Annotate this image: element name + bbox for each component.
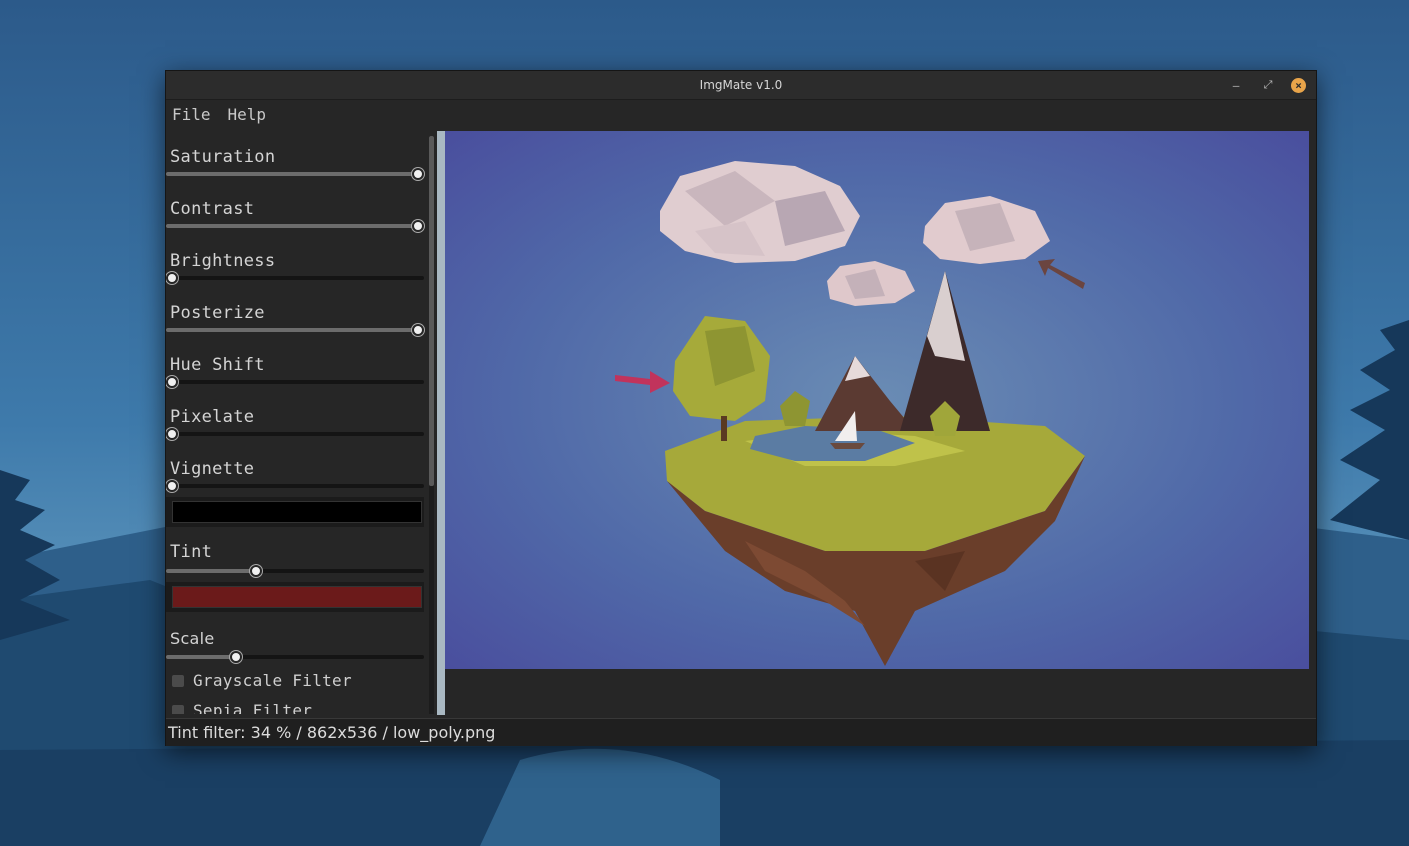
pixelate-slider-block: Pixelate <box>166 391 428 443</box>
close-icon[interactable]: × <box>1291 77 1306 93</box>
saturation-slider[interactable] <box>166 168 424 180</box>
menu-file[interactable]: File <box>172 105 211 124</box>
hue-shift-label: Hue Shift <box>170 355 265 375</box>
saturation-slider-block: Saturation <box>166 131 428 183</box>
slider-knob[interactable] <box>166 428 178 440</box>
slider-fill <box>166 224 418 228</box>
sepia-filter-row[interactable]: Sepia Filter <box>172 701 312 714</box>
contrast-slider[interactable] <box>166 220 424 232</box>
brightness-label: Brightness <box>170 251 276 271</box>
slider-fill <box>166 172 418 176</box>
grayscale-filter-label: Grayscale Filter <box>193 671 352 690</box>
menu-help[interactable]: Help <box>228 105 267 124</box>
canvas-edge <box>437 131 445 715</box>
posterize-slider-block: Posterize <box>166 287 428 339</box>
image-canvas[interactable] <box>437 131 1309 715</box>
grayscale-filter-row[interactable]: Grayscale Filter <box>172 671 352 690</box>
window-controls: – ⤢ × <box>1227 71 1306 99</box>
vignette-slider[interactable] <box>166 480 424 492</box>
vignette-color-well <box>166 497 424 527</box>
low-poly-island-image <box>445 131 1309 669</box>
vignette-slider-block: Vignette <box>166 443 428 495</box>
image-preview <box>445 131 1309 669</box>
posterize-slider[interactable] <box>166 324 424 336</box>
contrast-slider-block: Contrast <box>166 183 428 235</box>
menu-bar: File Help <box>166 99 1316 129</box>
slider-knob[interactable] <box>250 565 262 577</box>
app-window: ImgMate v1.0 – ⤢ × File Help Saturation … <box>165 70 1317 746</box>
window-title: ImgMate v1.0 <box>699 78 783 92</box>
slider-fill <box>166 569 256 573</box>
contrast-label: Contrast <box>170 199 255 219</box>
scale-slider-block: Scale <box>166 613 428 665</box>
vignette-color-swatch[interactable] <box>172 501 422 523</box>
pixelate-slider[interactable] <box>166 428 424 440</box>
slider-knob[interactable] <box>230 651 242 663</box>
slider-knob[interactable] <box>166 272 178 284</box>
tint-color-well <box>166 582 424 612</box>
tint-color-swatch[interactable] <box>172 586 422 608</box>
hue-shift-slider-block: Hue Shift <box>166 339 428 391</box>
slider-knob[interactable] <box>166 480 178 492</box>
slider-fill <box>166 655 236 659</box>
panel-scrollbar[interactable] <box>429 136 434 714</box>
sepia-filter-label: Sepia Filter <box>193 701 313 714</box>
status-bar: Tint filter: 34 % / 862x536 / low_poly.p… <box>166 718 1316 746</box>
minimize-icon[interactable]: – <box>1227 76 1245 94</box>
brightness-slider[interactable] <box>166 272 424 284</box>
grayscale-filter-checkbox[interactable] <box>172 674 184 687</box>
panel-scrollbar-thumb[interactable] <box>429 136 434 486</box>
slider-fill <box>166 328 418 332</box>
restore-icon[interactable]: ⤢ <box>1259 76 1277 94</box>
title-bar[interactable]: ImgMate v1.0 – ⤢ × <box>166 71 1316 100</box>
hue-shift-slider[interactable] <box>166 376 424 388</box>
brightness-slider-block: Brightness <box>166 235 428 287</box>
filter-panel: Saturation Contrast Brightness Posterize <box>166 131 436 714</box>
pixelate-label: Pixelate <box>170 407 255 427</box>
slider-knob[interactable] <box>412 168 424 180</box>
tint-slider[interactable] <box>166 565 424 577</box>
slider-knob[interactable] <box>166 376 178 388</box>
posterize-label: Posterize <box>170 303 265 323</box>
scale-label: Scale <box>170 629 215 648</box>
scale-slider[interactable] <box>166 651 424 663</box>
sepia-filter-checkbox[interactable] <box>172 704 184 714</box>
slider-knob[interactable] <box>412 220 424 232</box>
vignette-label: Vignette <box>170 459 255 479</box>
status-text: Tint filter: 34 % / 862x536 / low_poly.p… <box>168 723 496 742</box>
saturation-label: Saturation <box>170 147 276 167</box>
tint-slider-block: Tint <box>166 528 428 580</box>
slider-knob[interactable] <box>412 324 424 336</box>
tint-label: Tint <box>170 542 213 562</box>
